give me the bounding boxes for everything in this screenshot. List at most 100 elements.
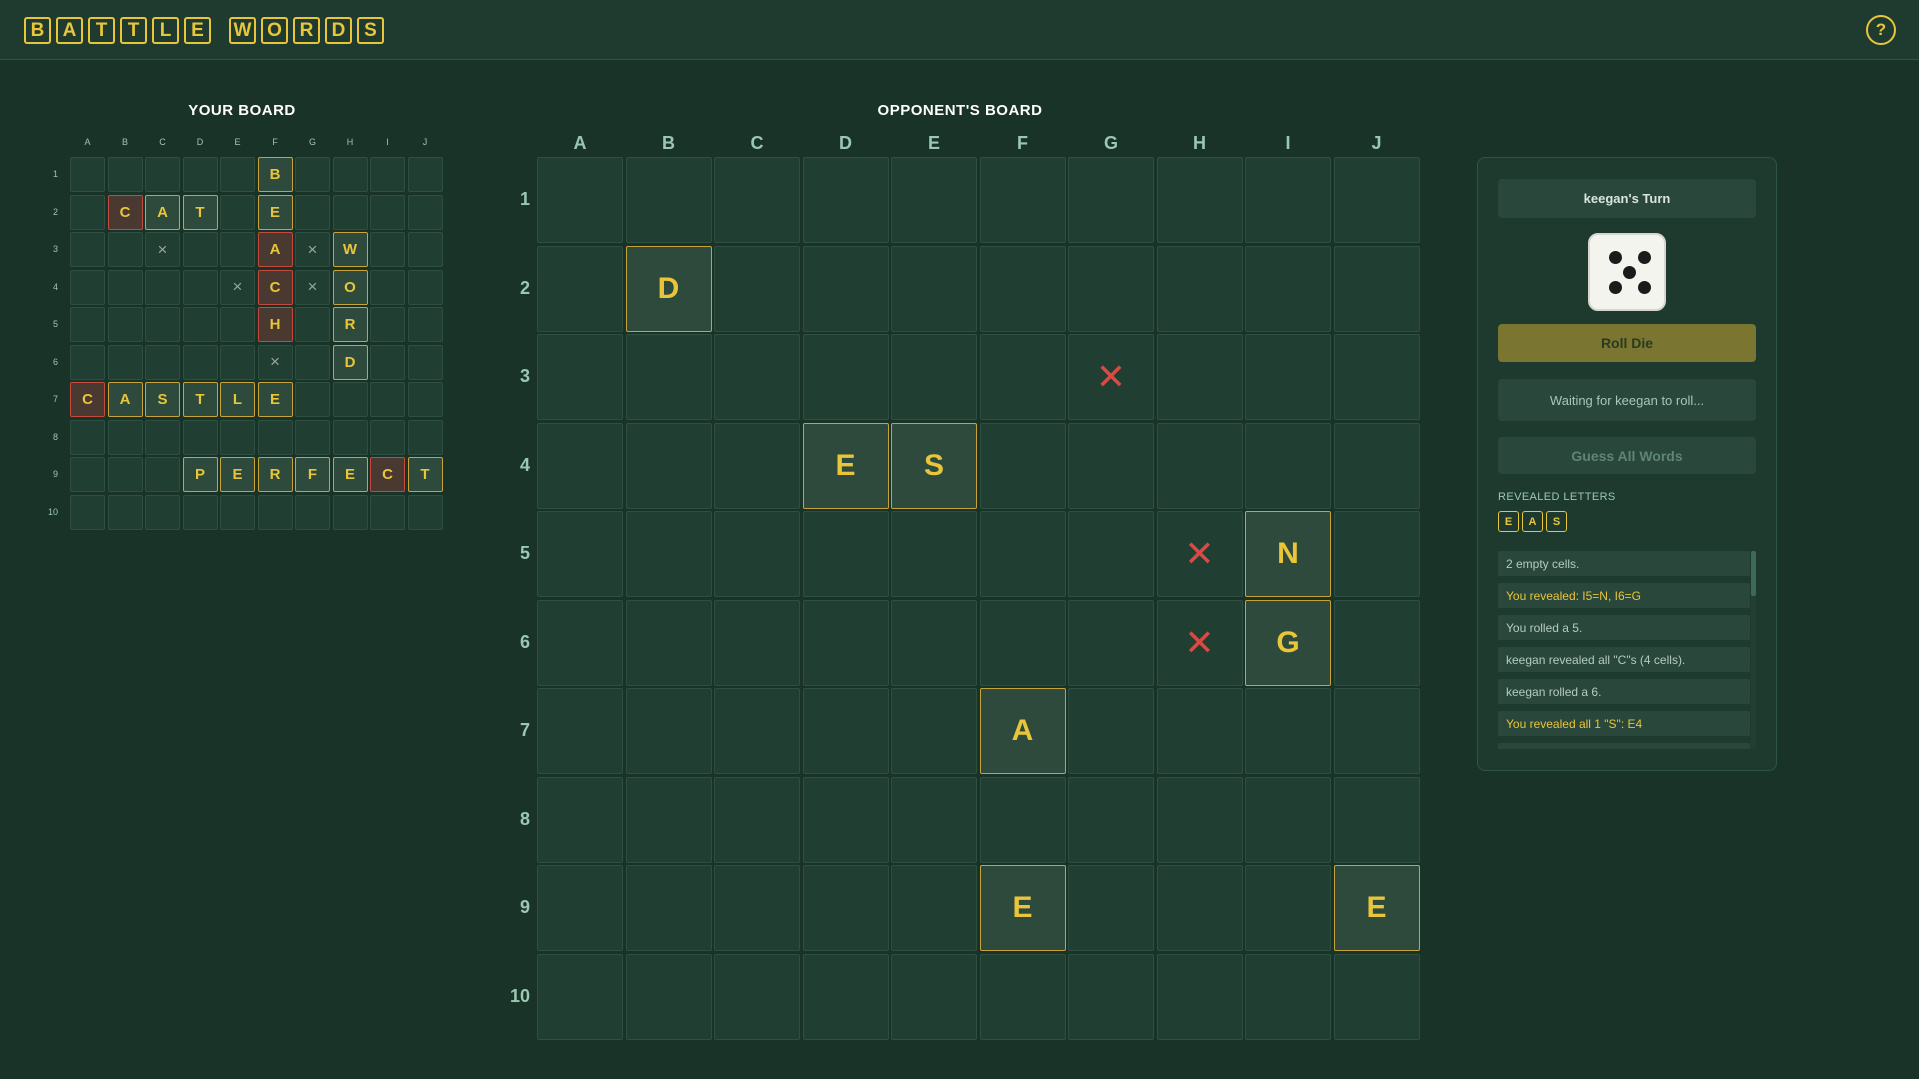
board-cell[interactable] [537,422,623,509]
board-cell[interactable] [891,511,977,597]
board-cell[interactable]: S [891,422,977,509]
board-cell[interactable] [1333,688,1420,774]
board-cell[interactable] [537,511,623,597]
board-cell[interactable] [979,776,1066,863]
board-cell[interactable] [625,511,712,597]
board-cell[interactable] [1156,688,1243,774]
board-cell[interactable] [1156,245,1243,332]
board-cell[interactable] [537,776,623,863]
board-cell[interactable] [979,511,1066,597]
board-cell[interactable] [537,334,623,420]
board-cell[interactable]: ✕ [1156,599,1243,686]
board-cell[interactable] [537,865,623,951]
board-cell[interactable] [802,953,889,1040]
board-cell[interactable] [1156,953,1243,1040]
board-cell[interactable] [537,688,623,774]
board-cell[interactable] [979,599,1066,686]
board-cell[interactable] [979,422,1066,509]
board-cell[interactable] [979,245,1066,332]
log-scroll-thumb[interactable] [1751,551,1756,596]
board-cell[interactable] [1245,953,1331,1040]
board-cell[interactable] [714,776,800,863]
log-scrollbar[interactable] [1751,551,1756,749]
board-cell[interactable] [1333,157,1420,243]
board-cell[interactable] [625,157,712,243]
board-cell[interactable] [891,688,977,774]
board-cell[interactable] [1333,245,1420,332]
board-cell[interactable] [1068,157,1154,243]
board-cell[interactable] [1068,688,1154,774]
board-cell[interactable] [1156,865,1243,951]
help-button[interactable]: ? [1866,15,1896,45]
board-cell[interactable] [1156,776,1243,863]
board-cell[interactable] [802,334,889,420]
board-cell[interactable] [1068,422,1154,509]
board-cell[interactable] [891,157,977,243]
board-cell[interactable] [891,865,977,951]
board-cell[interactable] [1333,599,1420,686]
board-cell[interactable]: G [1245,599,1331,686]
board-cell[interactable]: ✕ [1068,334,1154,420]
board-cell[interactable] [1333,776,1420,863]
board-cell[interactable] [537,953,623,1040]
board-cell[interactable] [1333,953,1420,1040]
board-cell[interactable] [802,688,889,774]
board-cell[interactable] [1156,157,1243,243]
board-cell[interactable] [1068,865,1154,951]
board-cell[interactable] [1068,511,1154,597]
board-cell[interactable] [1245,334,1331,420]
board-cell[interactable] [1068,599,1154,686]
board-cell[interactable] [802,865,889,951]
board-cell[interactable] [625,334,712,420]
roll-die-button[interactable]: Roll Die [1498,324,1756,362]
board-cell[interactable] [1068,953,1154,1040]
board-cell[interactable] [891,776,977,863]
board-cell[interactable]: ✕ [1156,511,1243,597]
board-cell[interactable] [979,157,1066,243]
board-cell[interactable] [714,599,800,686]
board-cell[interactable] [714,688,800,774]
board-cell[interactable] [802,599,889,686]
board-cell[interactable] [891,599,977,686]
board-cell[interactable]: E [802,422,889,509]
board-cell[interactable]: N [1245,511,1331,597]
board-cell[interactable] [1245,422,1331,509]
board-cell[interactable] [714,157,800,243]
board-cell[interactable] [625,688,712,774]
board-cell[interactable] [714,422,800,509]
board-cell[interactable] [714,865,800,951]
board-cell[interactable]: E [1333,865,1420,951]
board-cell[interactable] [1333,511,1420,597]
board-cell[interactable] [625,599,712,686]
board-cell[interactable] [1156,422,1243,509]
board-cell[interactable] [1245,776,1331,863]
board-cell[interactable] [891,245,977,332]
board-cell[interactable] [802,776,889,863]
board-cell[interactable] [1068,776,1154,863]
board-cell[interactable]: D [625,245,712,332]
board-cell[interactable] [1156,334,1243,420]
board-cell[interactable]: A [979,688,1066,774]
board-cell[interactable] [891,953,977,1040]
board-cell[interactable] [714,511,800,597]
board-cell[interactable] [714,245,800,332]
board-cell[interactable] [802,157,889,243]
board-cell[interactable] [625,953,712,1040]
board-cell[interactable] [1245,245,1331,332]
board-cell[interactable] [1245,157,1331,243]
board-cell[interactable] [891,334,977,420]
board-cell[interactable] [625,422,712,509]
board-cell[interactable] [537,599,623,686]
board-cell[interactable] [979,953,1066,1040]
board-cell[interactable] [537,245,623,332]
board-cell[interactable] [802,511,889,597]
board-cell[interactable] [714,953,800,1040]
board-cell[interactable] [1333,422,1420,509]
board-cell[interactable] [1068,245,1154,332]
guess-all-words-button[interactable]: Guess All Words [1498,437,1756,474]
board-cell[interactable] [537,157,623,243]
board-cell[interactable] [714,334,800,420]
board-cell[interactable] [625,865,712,951]
board-cell[interactable] [625,776,712,863]
board-cell[interactable] [979,334,1066,420]
